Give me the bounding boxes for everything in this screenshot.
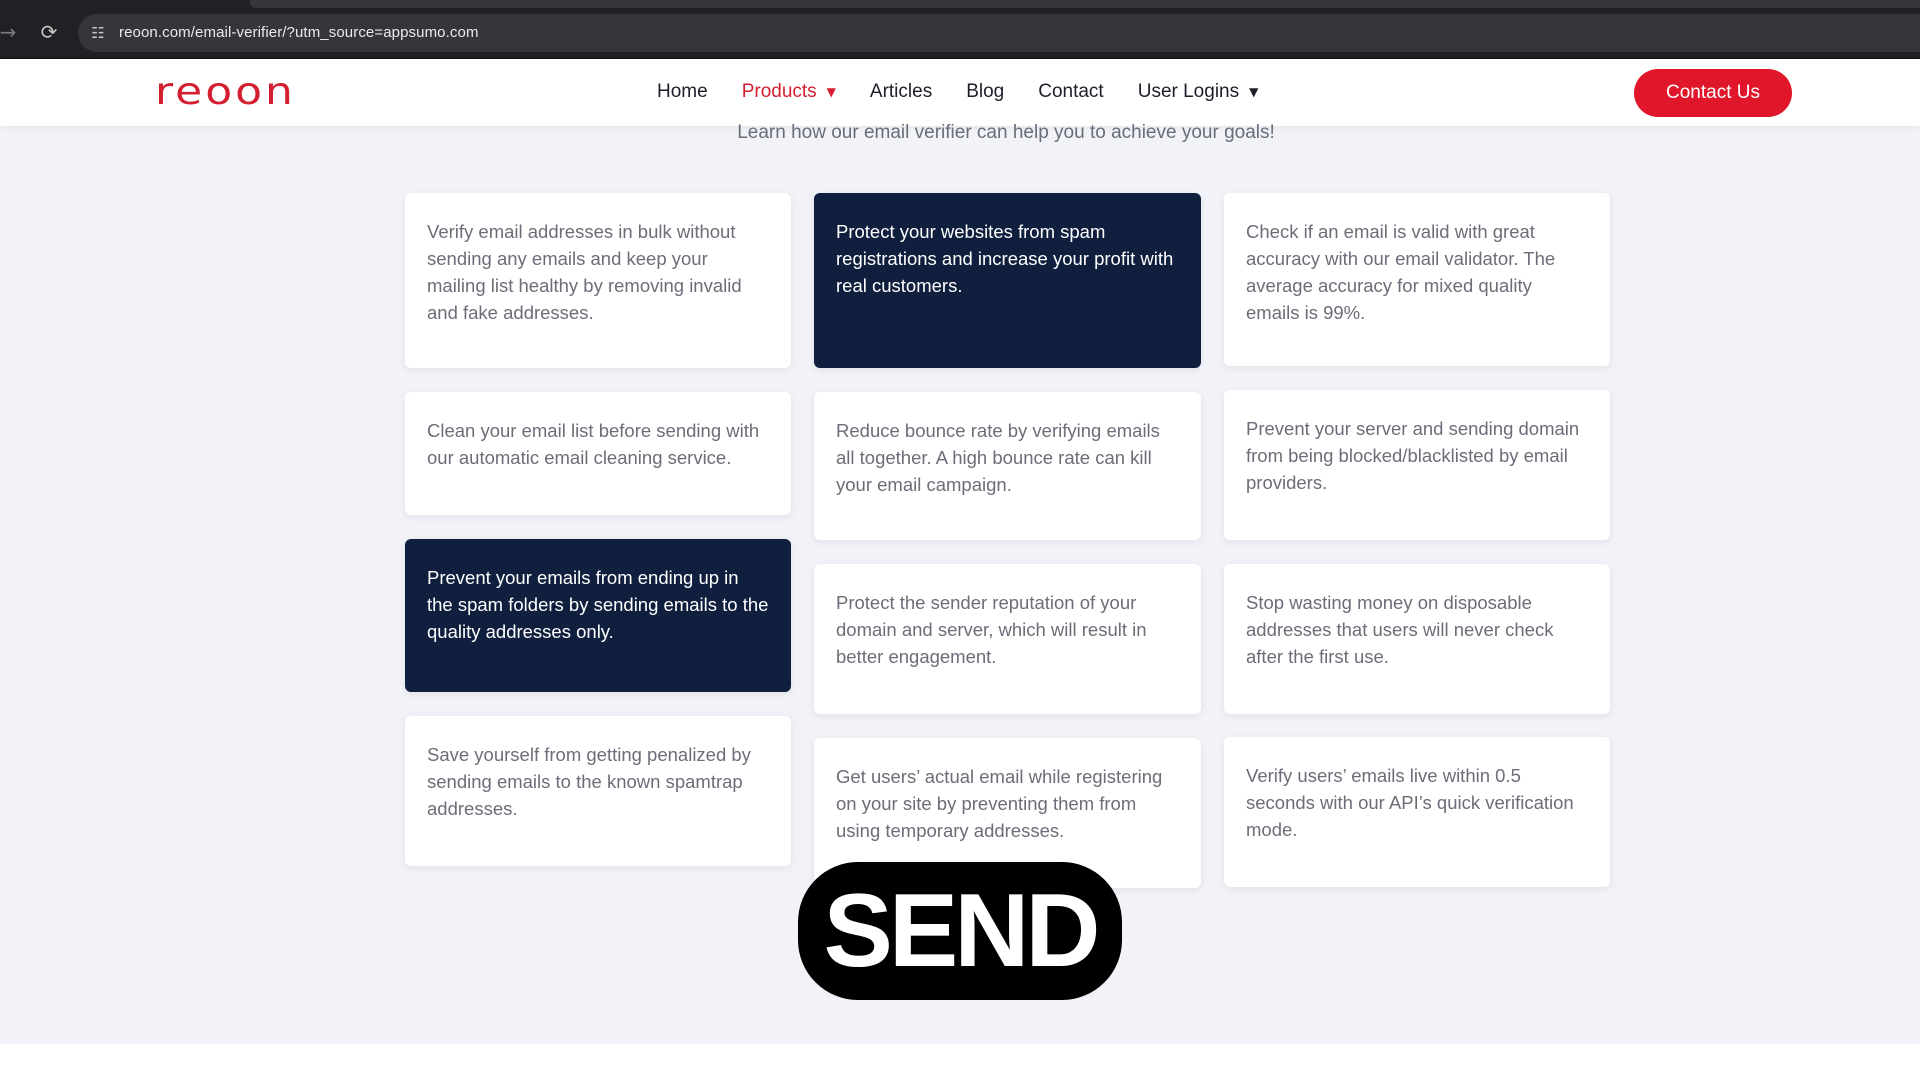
section-subtitle: Learn how our email verifier can help yo… [737,122,1275,143]
feature-card-text: Prevent your emails from ending up in th… [427,567,769,642]
feature-card-text: Save yourself from getting penalized by … [427,744,751,819]
feature-card: Reduce bounce rate by verifying emails a… [814,392,1201,540]
feature-card-text: Verify email addresses in bulk without s… [427,221,742,323]
site-header: reoon Home Products ▼ Articles Blog Conta… [0,59,1920,126]
chevron-down-icon: ▼ [826,85,836,99]
chevron-down-icon: ▼ [1249,85,1259,99]
feature-card: Protect the sender reputation of your do… [814,564,1201,714]
contact-us-button[interactable]: Contact Us [1634,69,1792,117]
nav-articles-label: Articles [869,81,933,102]
tab-strip [250,0,1920,8]
address-bar[interactable]: ☷ reoon.com/email-verifier/?utm_source=a… [78,14,1920,52]
nav-contact-label: Contact [1038,81,1104,102]
feature-card-highlighted: Prevent your emails from ending up in th… [405,539,791,692]
nav-blog[interactable]: Blog [966,81,1004,103]
feature-card-text: Protect the sender reputation of your do… [836,592,1147,667]
feature-card: Verify users’ emails live within 0.5 sec… [1224,737,1610,887]
feature-card-text: Prevent your server and sending domain f… [1246,418,1580,493]
reoon-logo[interactable]: reoon [155,70,296,114]
feature-card-text: Verify users’ emails live within 0.5 sec… [1246,765,1574,840]
nav-contact[interactable]: Contact [1038,81,1103,103]
feature-card: Clean your email list before sending wit… [405,392,791,515]
nav-home[interactable]: Home [657,81,708,103]
feature-card: Verify email addresses in bulk without s… [405,193,791,368]
nav-articles[interactable]: Articles [870,81,932,103]
nav-user-logins[interactable]: User Logins ▼ [1138,81,1259,103]
nav-products-label: Products [741,81,817,102]
reload-icon[interactable]: ⟳ [37,20,61,44]
feature-card: Prevent your server and sending domain f… [1224,390,1610,540]
feature-card-text: Get users’ actual email while registerin… [836,766,1163,841]
page-footer-strip [0,1044,1920,1080]
nav-products[interactable]: Products ▼ [742,81,836,103]
url-text[interactable]: reoon.com/email-verifier/?utm_source=app… [119,24,479,41]
feature-card-text: Clean your email list before sending wit… [427,420,760,468]
feature-card: Save yourself from getting penalized by … [405,716,791,866]
main-nav: Home Products ▼ Articles Blog Contact Use… [657,81,1292,103]
feature-card: Stop wasting money on disposable address… [1224,564,1610,714]
feature-card: Check if an email is valid with great ac… [1224,193,1610,366]
back-arrow-icon[interactable]: → [0,20,20,44]
feature-card-text: Stop wasting money on disposable address… [1246,592,1554,667]
feature-card-highlighted: Protect your websites from spam registra… [814,193,1201,368]
nav-blog-label: Blog [966,81,1005,102]
feature-card-text: Protect your websites from spam registra… [836,221,1174,296]
video-caption-overlay: SEND [798,862,1122,1000]
nav-user-logins-label: User Logins [1137,81,1240,102]
feature-card-text: Reduce bounce rate by verifying emails a… [836,420,1160,495]
browser-toolbar: → ⟳ ☷ reoon.com/email-verifier/?utm_sour… [0,0,1920,59]
nav-home-label: Home [657,81,708,102]
site-settings-icon[interactable]: ☷ [88,23,108,43]
feature-card-text: Check if an email is valid with great ac… [1246,221,1556,323]
